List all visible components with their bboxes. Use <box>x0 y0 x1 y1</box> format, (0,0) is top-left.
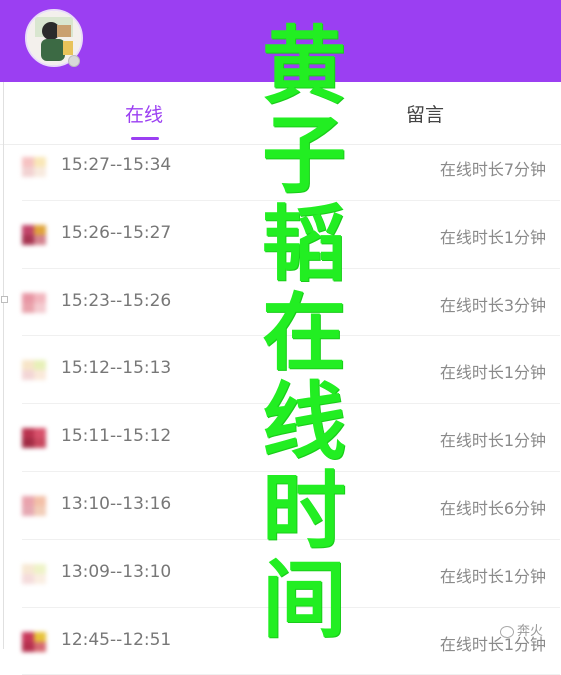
session-time: 13:10--13:16 <box>61 493 172 514</box>
session-duration: 在线时长1分钟 <box>439 227 546 247</box>
blurred-avatar-icon <box>22 224 46 245</box>
overlay-char: 时 <box>261 462 346 560</box>
overlay-char: 韬 <box>261 195 346 293</box>
wechat-logo-icon <box>500 625 514 638</box>
session-time: 15:11--15:12 <box>61 426 172 447</box>
blurred-avatar-icon <box>22 360 46 381</box>
overlay-char: 在 <box>261 284 346 382</box>
session-duration: 在线时长1分钟 <box>439 363 546 383</box>
session-time: 15:12--15:13 <box>61 358 172 379</box>
overlay-caption: 黄 子 韬 在 线 时 间 <box>254 22 354 645</box>
session-time: 15:26--15:27 <box>61 222 172 243</box>
blurred-avatar-icon <box>22 428 46 449</box>
session-duration: 在线时长3分钟 <box>439 295 546 315</box>
blurred-avatar-icon <box>22 157 46 177</box>
avatar-status-dot <box>68 55 80 67</box>
session-time: 15:27--15:34 <box>61 155 172 175</box>
tab-online[interactable]: 在线 <box>125 100 163 127</box>
overlay-char: 线 <box>261 373 346 471</box>
session-duration: 在线时长1分钟 <box>439 431 546 451</box>
session-duration: 在线时长6分钟 <box>439 498 546 518</box>
blurred-avatar-icon <box>22 563 46 584</box>
watermark: 奔火 <box>500 620 543 639</box>
session-duration: 在线时长1分钟 <box>439 566 546 586</box>
session-duration: 在线时长7分钟 <box>439 160 546 179</box>
blurred-avatar-icon <box>22 495 46 516</box>
overlay-char: 黄 <box>261 17 346 115</box>
overlay-char: 间 <box>261 551 346 649</box>
session-time: 13:09--13:10 <box>61 561 172 582</box>
session-time: 15:23--15:26 <box>61 290 172 311</box>
session-time: 12:45--12:51 <box>61 629 172 650</box>
watermark-text: 奔火 <box>517 624 544 639</box>
overlay-char: 子 <box>261 106 346 204</box>
blurred-avatar-icon <box>22 292 46 313</box>
tab-messages[interactable]: 留言 <box>406 100 444 127</box>
